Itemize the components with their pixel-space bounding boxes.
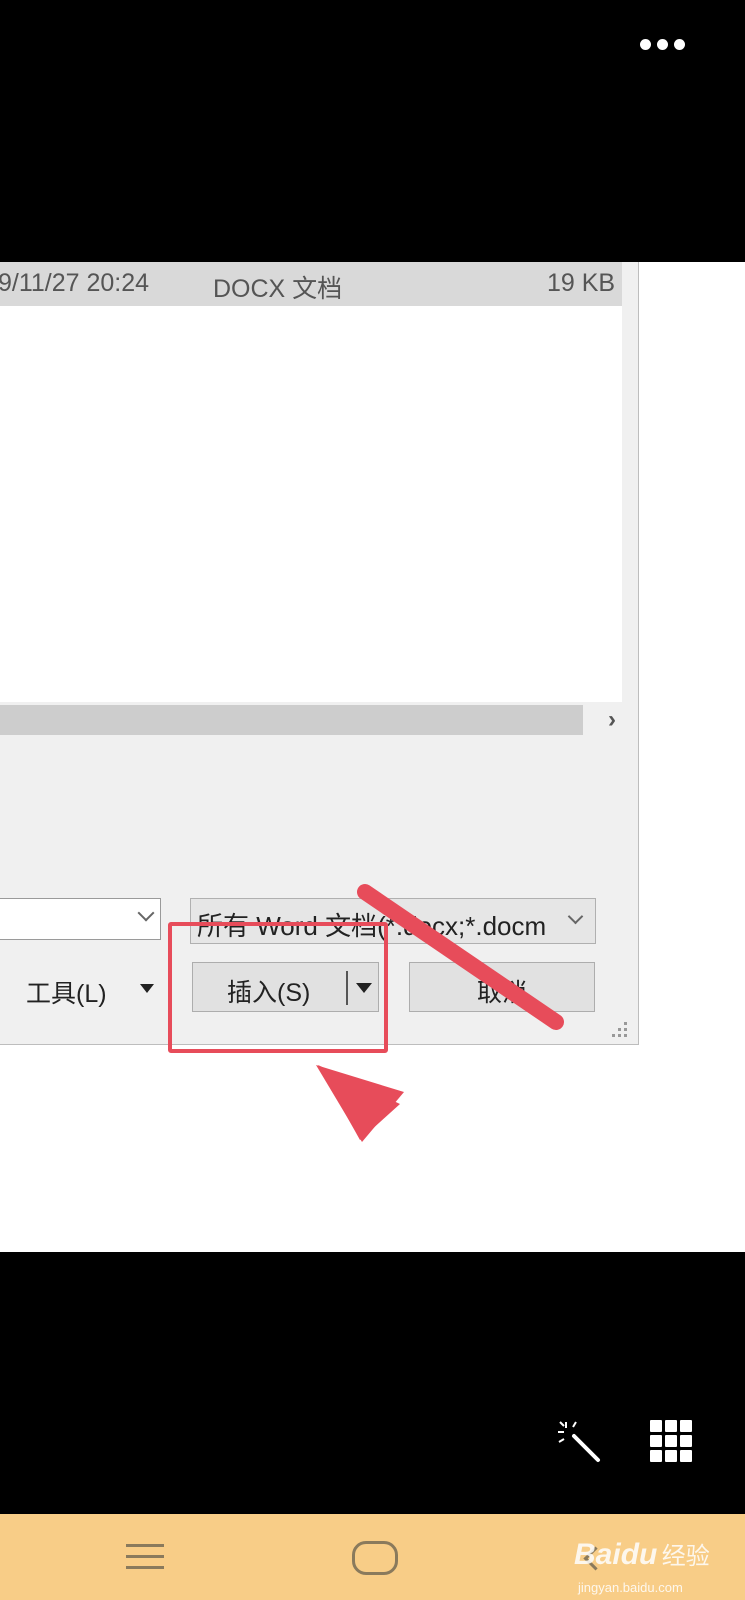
watermark-url: jingyan.baidu.com bbox=[578, 1580, 683, 1595]
system-nav-bar: Baidu 经验 jingyan.baidu.com bbox=[0, 1514, 745, 1600]
pointer-arrow-icon bbox=[316, 884, 564, 1142]
bottom-black-bar bbox=[0, 1252, 745, 1514]
home-icon[interactable] bbox=[352, 1541, 398, 1575]
top-black-bar bbox=[0, 0, 745, 262]
more-horizontal-icon[interactable] bbox=[640, 34, 690, 54]
grid-apps-icon[interactable] bbox=[650, 1420, 692, 1462]
baidu-watermark: Baidu 经验 jingyan.baidu.com bbox=[574, 1536, 710, 1595]
menu-icon[interactable] bbox=[126, 1544, 164, 1570]
screenshot-content: 9/11/27 20:24 DOCX 文档 19 KB › 所有 Word 文档… bbox=[0, 262, 745, 1252]
watermark-word: 经验 bbox=[661, 1543, 710, 1570]
watermark-logo: Bai bbox=[574, 1538, 621, 1571]
watermark-logo-tail: du bbox=[620, 1538, 658, 1571]
magic-wand-icon[interactable] bbox=[556, 1418, 606, 1468]
